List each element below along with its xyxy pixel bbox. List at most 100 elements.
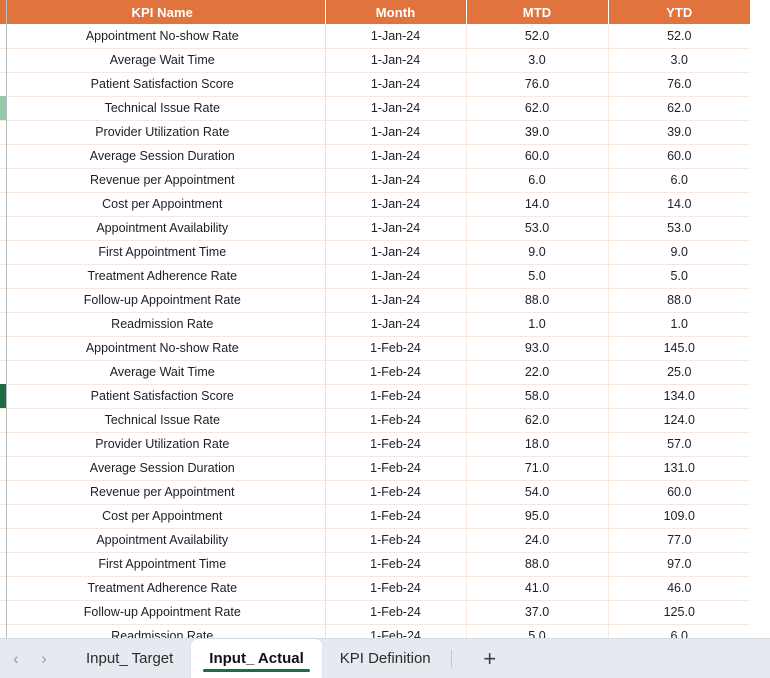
mtd-cell[interactable]: 5.0 xyxy=(466,264,609,289)
mtd-cell[interactable]: 54.0 xyxy=(466,480,609,505)
kpi-name-cell[interactable]: Average Session Duration xyxy=(0,144,326,169)
kpi-table[interactable]: KPI Name Month MTD YTD Appointment No-sh… xyxy=(0,0,750,638)
ytd-cell[interactable]: 76.0 xyxy=(608,72,750,97)
kpi-name-cell[interactable]: Technical Issue Rate xyxy=(0,408,326,433)
month-cell[interactable]: 1-Jan-24 xyxy=(325,312,467,337)
table-row[interactable]: Follow-up Appointment Rate 1-Feb-24 37.0 12… xyxy=(0,600,750,625)
month-cell[interactable]: 1-Feb-24 xyxy=(325,528,467,553)
month-cell[interactable]: 1-Feb-24 xyxy=(325,576,467,601)
month-cell[interactable]: 1-Jan-24 xyxy=(325,168,467,193)
ytd-cell[interactable]: 46.0 xyxy=(608,576,750,601)
mtd-cell[interactable]: 3.0 xyxy=(466,48,609,73)
column-header-kpi-name[interactable]: KPI Name xyxy=(0,0,326,24)
table-row[interactable]: Technical Issue Rate 1-Feb-24 62.0 124.0 xyxy=(0,408,750,433)
month-cell[interactable]: 1-Jan-24 xyxy=(325,24,467,49)
kpi-name-cell[interactable]: Follow-up Appointment Rate xyxy=(0,600,326,625)
sheet-tab-input-actual[interactable]: Input_ Actual xyxy=(191,638,322,678)
month-cell[interactable]: 1-Jan-24 xyxy=(325,72,467,97)
table-row[interactable]: Patient Satisfaction Score 1-Feb-24 58.0 13… xyxy=(0,384,750,409)
mtd-cell[interactable]: 41.0 xyxy=(466,576,609,601)
ytd-cell[interactable]: 62.0 xyxy=(608,96,750,121)
table-row[interactable]: Appointment No-show Rate 1-Feb-24 93.0 145.… xyxy=(0,336,750,361)
ytd-cell[interactable]: 60.0 xyxy=(608,144,750,169)
table-row[interactable]: First Appointment Time 1-Jan-24 9.0 9.0 xyxy=(0,240,750,265)
ytd-cell[interactable]: 131.0 xyxy=(608,456,750,481)
ytd-cell[interactable]: 1.0 xyxy=(608,312,750,337)
table-row[interactable]: Readmission Rate 1-Feb-24 5.0 6.0 xyxy=(0,624,750,638)
ytd-cell[interactable]: 9.0 xyxy=(608,240,750,265)
ytd-cell[interactable]: 125.0 xyxy=(608,600,750,625)
mtd-cell[interactable]: 53.0 xyxy=(466,216,609,241)
month-cell[interactable]: 1-Jan-24 xyxy=(325,120,467,145)
month-cell[interactable]: 1-Feb-24 xyxy=(325,624,467,638)
ytd-cell[interactable]: 3.0 xyxy=(608,48,750,73)
ytd-cell[interactable]: 53.0 xyxy=(608,216,750,241)
table-row[interactable]: Appointment No-show Rate 1-Jan-24 52.0 52.0 xyxy=(0,24,750,49)
ytd-cell[interactable]: 25.0 xyxy=(608,360,750,385)
mtd-cell[interactable]: 24.0 xyxy=(466,528,609,553)
table-row[interactable]: Appointment Availability 1-Feb-24 24.0 77.0 xyxy=(0,528,750,553)
kpi-name-cell[interactable]: Appointment No-show Rate xyxy=(0,336,326,361)
month-cell[interactable]: 1-Feb-24 xyxy=(325,600,467,625)
kpi-name-cell[interactable]: Follow-up Appointment Rate xyxy=(0,288,326,313)
kpi-name-cell[interactable]: Average Wait Time xyxy=(0,360,326,385)
month-cell[interactable]: 1-Jan-24 xyxy=(325,240,467,265)
mtd-cell[interactable]: 58.0 xyxy=(466,384,609,409)
mtd-cell[interactable]: 93.0 xyxy=(466,336,609,361)
kpi-name-cell[interactable]: Provider Utilization Rate xyxy=(0,432,326,457)
previous-sheet-icon[interactable]: ‹ xyxy=(2,644,30,674)
month-cell[interactable]: 1-Jan-24 xyxy=(325,216,467,241)
ytd-cell[interactable]: 52.0 xyxy=(608,24,750,49)
ytd-cell[interactable]: 5.0 xyxy=(608,264,750,289)
kpi-name-cell[interactable]: First Appointment Time xyxy=(0,552,326,577)
ytd-cell[interactable]: 6.0 xyxy=(608,624,750,638)
month-cell[interactable]: 1-Feb-24 xyxy=(325,552,467,577)
kpi-name-cell[interactable]: Patient Satisfaction Score xyxy=(0,384,326,409)
month-cell[interactable]: 1-Feb-24 xyxy=(325,504,467,529)
month-cell[interactable]: 1-Feb-24 xyxy=(325,432,467,457)
month-cell[interactable]: 1-Feb-24 xyxy=(325,336,467,361)
mtd-cell[interactable]: 62.0 xyxy=(466,408,609,433)
table-row[interactable]: Average Wait Time 1-Feb-24 22.0 25.0 xyxy=(0,360,750,385)
mtd-cell[interactable]: 39.0 xyxy=(466,120,609,145)
mtd-cell[interactable]: 60.0 xyxy=(466,144,609,169)
kpi-name-cell[interactable]: Provider Utilization Rate xyxy=(0,120,326,145)
ytd-cell[interactable]: 60.0 xyxy=(608,480,750,505)
kpi-name-cell[interactable]: Treatment Adherence Rate xyxy=(0,576,326,601)
sheet-tab-kpi-definition[interactable]: KPI Definition xyxy=(322,639,449,678)
table-row[interactable]: Follow-up Appointment Rate 1-Jan-24 88.0 88… xyxy=(0,288,750,313)
month-cell[interactable]: 1-Jan-24 xyxy=(325,96,467,121)
ytd-cell[interactable]: 77.0 xyxy=(608,528,750,553)
kpi-name-cell[interactable]: Average Session Duration xyxy=(0,456,326,481)
mtd-cell[interactable]: 88.0 xyxy=(466,552,609,577)
ytd-cell[interactable]: 124.0 xyxy=(608,408,750,433)
column-header-month[interactable]: Month xyxy=(325,0,467,24)
month-cell[interactable]: 1-Feb-24 xyxy=(325,456,467,481)
table-row[interactable]: Cost per Appointment 1-Jan-24 14.0 14.0 xyxy=(0,192,750,217)
month-cell[interactable]: 1-Jan-24 xyxy=(325,288,467,313)
mtd-cell[interactable]: 6.0 xyxy=(466,168,609,193)
mtd-cell[interactable]: 5.0 xyxy=(466,624,609,638)
sheet-grid-area[interactable]: KPI Name Month MTD YTD Appointment No-sh… xyxy=(0,0,770,638)
ytd-cell[interactable]: 6.0 xyxy=(608,168,750,193)
mtd-cell[interactable]: 76.0 xyxy=(466,72,609,97)
mtd-cell[interactable]: 52.0 xyxy=(466,24,609,49)
table-row[interactable]: Readmission Rate 1-Jan-24 1.0 1.0 xyxy=(0,312,750,337)
month-cell[interactable]: 1-Feb-24 xyxy=(325,384,467,409)
kpi-name-cell[interactable]: Revenue per Appointment xyxy=(0,480,326,505)
table-row[interactable]: Technical Issue Rate 1-Jan-24 62.0 62.0 xyxy=(0,96,750,121)
kpi-name-cell[interactable]: Readmission Rate xyxy=(0,312,326,337)
kpi-name-cell[interactable]: Technical Issue Rate xyxy=(0,96,326,121)
month-cell[interactable]: 1-Jan-24 xyxy=(325,48,467,73)
month-cell[interactable]: 1-Feb-24 xyxy=(325,408,467,433)
ytd-cell[interactable]: 88.0 xyxy=(608,288,750,313)
table-row[interactable]: Patient Satisfaction Score 1-Jan-24 76.0 76… xyxy=(0,72,750,97)
ytd-cell[interactable]: 57.0 xyxy=(608,432,750,457)
mtd-cell[interactable]: 88.0 xyxy=(466,288,609,313)
mtd-cell[interactable]: 22.0 xyxy=(466,360,609,385)
ytd-cell[interactable]: 14.0 xyxy=(608,192,750,217)
kpi-name-cell[interactable]: Average Wait Time xyxy=(0,48,326,73)
sheet-tab-input-target[interactable]: Input_ Target xyxy=(68,639,191,678)
kpi-name-cell[interactable]: Treatment Adherence Rate xyxy=(0,264,326,289)
kpi-name-cell[interactable]: Revenue per Appointment xyxy=(0,168,326,193)
